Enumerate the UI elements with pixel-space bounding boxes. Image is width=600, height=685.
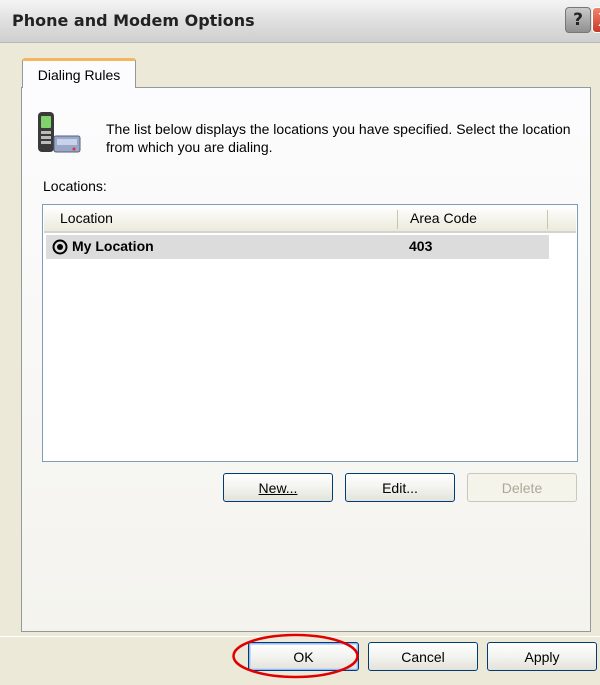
- list-item[interactable]: My Location 403: [46, 235, 549, 259]
- list-header: Location Area Code: [44, 206, 576, 233]
- ok-button[interactable]: OK: [248, 642, 359, 671]
- close-button[interactable]: X: [592, 7, 600, 33]
- edit-location-button[interactable]: Edit...: [345, 473, 455, 502]
- window-title: Phone and Modem Options: [12, 11, 255, 30]
- delete-location-button[interactable]: Delete: [467, 473, 577, 502]
- radio-selected-icon: [52, 239, 68, 255]
- column-divider[interactable]: [397, 210, 398, 229]
- new-location-button[interactable]: New...: [223, 473, 333, 502]
- area-code-value: 403: [409, 238, 433, 254]
- cancel-button[interactable]: Cancel: [368, 642, 478, 671]
- help-button[interactable]: ?: [565, 7, 591, 33]
- new-button-label: New...: [258, 479, 298, 496]
- location-name: My Location: [72, 238, 154, 254]
- description-text: The list below displays the locations yo…: [106, 121, 571, 155]
- phone-and-modem-options-dialog: Phone and Modem Options ? X Dialing Rule…: [0, 0, 600, 685]
- column-header-area-code[interactable]: Area Code: [410, 210, 477, 226]
- apply-button[interactable]: Apply: [487, 642, 597, 671]
- footer-divider: [0, 636, 600, 637]
- tab-label: Dialing Rules: [37, 66, 121, 83]
- column-divider[interactable]: [547, 210, 548, 229]
- locations-list[interactable]: Location Area Code My Location 403: [42, 204, 578, 462]
- locations-label: Locations:: [43, 178, 107, 194]
- column-header-location[interactable]: Location: [60, 210, 113, 226]
- title-bar[interactable]: Phone and Modem Options ? X: [0, 0, 600, 43]
- phone-modem-icon: [38, 112, 81, 153]
- tab-dialing-rules[interactable]: Dialing Rules: [22, 58, 136, 88]
